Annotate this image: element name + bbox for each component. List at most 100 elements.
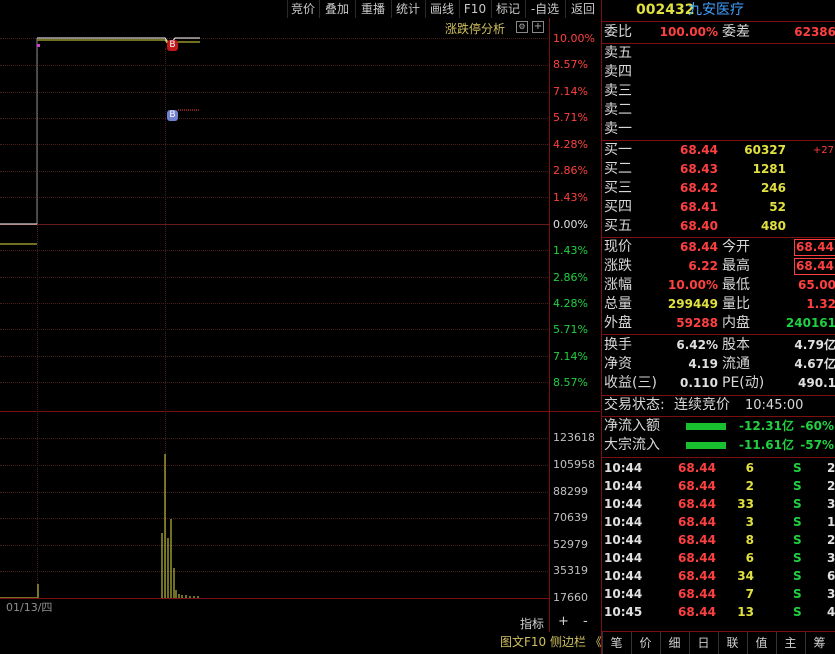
tick-time: 10:44 — [604, 497, 643, 511]
quote-value: 0.110 — [680, 376, 718, 390]
bottom-tab[interactable]: 细 — [660, 632, 688, 654]
bottom-tab[interactable]: 价 — [631, 632, 659, 654]
bid-price: 68.44 — [680, 143, 718, 157]
quote-row: 净资 4.19 流通 4.67亿 — [602, 355, 835, 374]
f10-text-button[interactable]: 图文F10 — [500, 635, 546, 649]
bottom-tab[interactable]: 笔 — [602, 632, 630, 654]
bid-row[interactable]: 买三 68.42 246 — [602, 179, 835, 198]
quote-label: 流通 — [722, 356, 750, 372]
tick-count: 2 — [827, 533, 835, 547]
quote-row: 换手 6.42% 股本 4.79亿 — [602, 336, 835, 355]
toolbar-watchlist-button[interactable]: -自选 — [525, 0, 564, 18]
flow-value: -11.61亿 — [739, 438, 794, 452]
pct-label: 5.71% — [553, 323, 588, 336]
buy-marker-icon[interactable]: B — [167, 110, 178, 121]
tick-row: 10:45 68.44 13 S 4 — [602, 603, 835, 621]
tick-count: 1 — [827, 515, 835, 529]
tick-count: 2 — [827, 479, 835, 493]
tick-row: 10:44 68.44 7 S 3 — [602, 585, 835, 603]
quote-value: 68.44 — [794, 258, 835, 275]
quote-row: 外盘 59288 内盘 240161 — [602, 314, 835, 333]
ask-row[interactable]: 卖二 — [602, 101, 835, 120]
buy-marker-icon[interactable]: B — [167, 40, 178, 51]
pct-label: 2.86% — [553, 164, 588, 177]
indicator-button[interactable]: 指标 — [520, 615, 544, 632]
tick-count: 3 — [827, 497, 835, 511]
intraday-chart[interactable]: 涨跌停分析 ⚙ + B B 10.00% 8.57% 7.14% 5.71% 4… — [0, 18, 600, 632]
tick-row: 10:44 68.44 3 S 1 — [602, 513, 835, 531]
quote-label: PE(动) — [722, 375, 765, 391]
pct-label: 7.14% — [553, 350, 588, 363]
bottom-tab[interactable]: 主 — [776, 632, 804, 654]
quote-label: 内盘 — [722, 315, 750, 331]
toolbar-back-button[interactable]: 返回 — [565, 0, 600, 18]
quote-label: 今开 — [722, 239, 750, 255]
bid-row[interactable]: 买一 68.44 60327 +27 — [602, 141, 835, 160]
tick-time: 10:44 — [604, 551, 643, 565]
bid-volume: 1281 — [752, 162, 786, 176]
tick-side: S — [793, 461, 802, 475]
tick-price: 68.44 — [678, 497, 716, 511]
status-value: 连续竞价 — [674, 397, 730, 413]
flow-bar — [686, 423, 726, 430]
bid-volume: 52 — [769, 200, 786, 214]
volume-axis-label: 35319 — [553, 564, 588, 577]
bid-label: 买一 — [604, 142, 632, 158]
flow-value: -12.31亿 — [739, 419, 794, 433]
toolbar-overlay-button[interactable]: 叠加 — [319, 0, 354, 18]
chart-footer: 指标 + - — [0, 614, 600, 632]
tick-row: 10:44 68.44 33 S 3 — [602, 495, 835, 513]
tick-price: 68.44 — [678, 533, 716, 547]
pct-label: 4.28% — [553, 138, 588, 151]
bid-label: 买三 — [604, 180, 632, 196]
tick-time: 10:44 — [604, 515, 643, 529]
bottom-tab[interactable]: 筹 — [805, 632, 833, 654]
ask-row[interactable]: 卖四 — [602, 63, 835, 82]
bid-row[interactable]: 买五 68.40 480 — [602, 217, 835, 236]
toolbar-replay-button[interactable]: 重播 — [355, 0, 390, 18]
quote-value: 6.42% — [676, 338, 718, 352]
flow-pct: -60% — [800, 419, 834, 433]
panel-toggles: 图文F10 侧边栏 《 — [500, 632, 602, 652]
sidebar-button[interactable]: 侧边栏 — [550, 635, 586, 649]
tick-side: S — [793, 605, 802, 619]
quote-row: 现价 68.44 今开 68.44 — [602, 238, 835, 257]
bottom-tab[interactable]: 值 — [747, 632, 775, 654]
quote-label: 最低 — [722, 277, 750, 293]
ask-row[interactable]: 卖三 — [602, 82, 835, 101]
quote-row: 涨幅 10.00% 最低 65.00 — [602, 276, 835, 295]
bid-volume: 60327 — [744, 143, 786, 157]
quote-value: 4.19 — [688, 357, 718, 371]
toolbar-auction-button[interactable]: 竞价 — [287, 0, 318, 18]
quote-label: 换手 — [604, 337, 632, 353]
quote-row: 涨跌 6.22 最高 68.44 — [602, 257, 835, 276]
bottom-tab[interactable]: 联 — [718, 632, 746, 654]
flow-label: 大宗流入 — [604, 437, 660, 453]
tick-count: 3 — [827, 551, 835, 565]
quote-label: 涨幅 — [604, 277, 632, 293]
tick-volume: 3 — [745, 515, 754, 529]
pct-label: 2.86% — [553, 271, 588, 284]
pct-zero-label: 0.00% — [553, 218, 588, 231]
toolbar-draw-button[interactable]: 画线 — [425, 0, 458, 18]
toolbar-f10-button[interactable]: F10 — [459, 0, 490, 18]
bid-row[interactable]: 买四 68.41 52 — [602, 198, 835, 217]
flow-pct: -57% — [800, 438, 834, 452]
bid-row[interactable]: 买二 68.43 1281 — [602, 160, 835, 179]
tick-volume: 7 — [745, 587, 754, 601]
ask-row[interactable]: 卖五 — [602, 44, 835, 63]
tick-count: 2 — [827, 461, 835, 475]
quote-label: 量比 — [722, 296, 750, 312]
zoom-out-button[interactable]: - — [583, 614, 588, 629]
bottom-tab[interactable]: 日 — [689, 632, 717, 654]
toolbar-mark-button[interactable]: 标记 — [491, 0, 524, 18]
quote-value: 490.1 — [798, 376, 835, 390]
pct-label: 1.43% — [553, 244, 588, 257]
ask-row[interactable]: 卖一 — [602, 120, 835, 139]
quote-value: 59288 — [676, 316, 718, 330]
toolbar-stats-button[interactable]: 统计 — [391, 0, 424, 18]
quote-panel: 002432 九安医疗 委比 100.00% 委差 62386 卖五 卖四 卖三… — [601, 0, 835, 654]
quote-value: 68.44 — [680, 240, 718, 254]
tick-price: 68.44 — [678, 587, 716, 601]
zoom-in-button[interactable]: + — [558, 614, 569, 629]
